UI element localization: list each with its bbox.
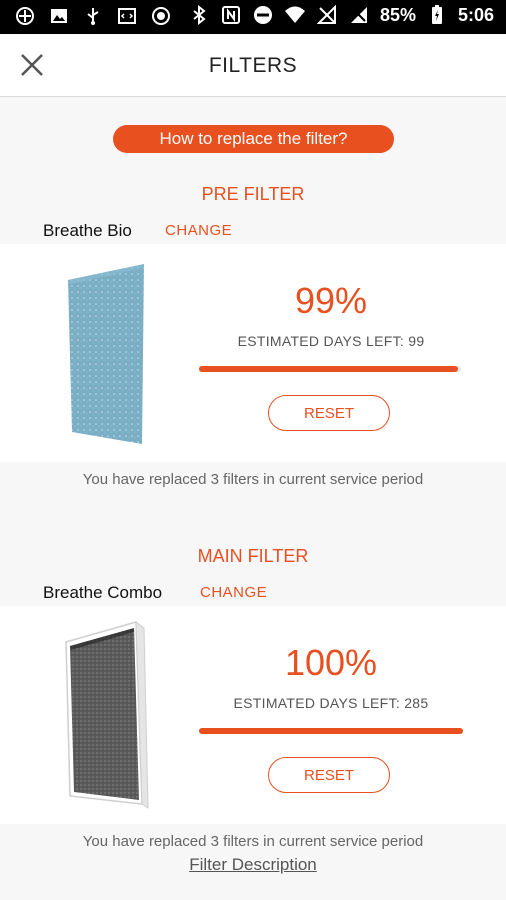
main-filter-image bbox=[64, 620, 154, 817]
image-icon bbox=[48, 5, 70, 27]
signal-icon bbox=[348, 4, 370, 26]
wifi-icon bbox=[284, 4, 306, 26]
bluetooth-icon bbox=[188, 4, 210, 26]
how-to-replace-button[interactable]: How to replace the filter? bbox=[113, 125, 394, 153]
status-right-icons: 85% 5:06 bbox=[188, 4, 494, 26]
dnd-icon bbox=[252, 4, 274, 26]
pre-filter-reset-button[interactable]: RESET bbox=[268, 395, 390, 431]
pre-filter-title: PRE FILTER bbox=[201, 184, 305, 204]
main-filter-reset-button[interactable]: RESET bbox=[268, 757, 390, 793]
cellular-off-icon bbox=[316, 4, 338, 26]
record-icon bbox=[150, 5, 172, 27]
vpn-icon bbox=[14, 5, 36, 27]
pre-filter-percent: 99% bbox=[294, 280, 368, 321]
main-filter-change-link[interactable]: CHANGE bbox=[200, 584, 267, 601]
nfc-icon bbox=[220, 4, 242, 26]
page-title: FILTERS bbox=[208, 54, 298, 77]
pre-filter-progress-fill bbox=[199, 366, 459, 372]
pre-filter-image bbox=[64, 260, 150, 455]
battery-percent: 85% bbox=[379, 4, 416, 25]
main-filter-card: 100% ESTIMATED DAYS LEFT: 285 RESET bbox=[0, 606, 506, 824]
main-filter-title: MAIN FILTER bbox=[197, 546, 309, 566]
battery-icon bbox=[426, 4, 448, 26]
code-icon bbox=[116, 5, 138, 27]
pre-filter-name: Breathe Bio bbox=[43, 221, 132, 240]
status-left-icons bbox=[14, 5, 172, 27]
pre-filter-change-link[interactable]: CHANGE bbox=[165, 222, 232, 239]
pre-filter-days-left: ESTIMATED DAYS LEFT: 99 bbox=[237, 333, 425, 349]
pre-filter-card: 99% ESTIMATED DAYS LEFT: 99 RESET bbox=[0, 244, 506, 462]
main-filter-progress-bar bbox=[199, 728, 463, 734]
clock: 5:06 bbox=[457, 4, 494, 25]
filter-description-link[interactable]: Filter Description bbox=[0, 855, 506, 875]
main-filter-percent: 100% bbox=[284, 642, 378, 683]
pre-filter-progress-bar bbox=[199, 366, 461, 372]
app-bar: FILTERS bbox=[0, 34, 506, 97]
status-bar: 85% 5:06 bbox=[0, 0, 506, 34]
main-filter-name: Breathe Combo bbox=[43, 583, 163, 602]
main-filter-progress-fill bbox=[199, 728, 463, 734]
main-filter-days-left: ESTIMATED DAYS LEFT: 285 bbox=[233, 695, 429, 711]
usb-icon bbox=[82, 5, 104, 27]
pre-filter-replaced-note: You have replaced 3 filters in current s… bbox=[82, 471, 424, 488]
main-filter-replaced-note: You have replaced 3 filters in current s… bbox=[82, 833, 424, 850]
